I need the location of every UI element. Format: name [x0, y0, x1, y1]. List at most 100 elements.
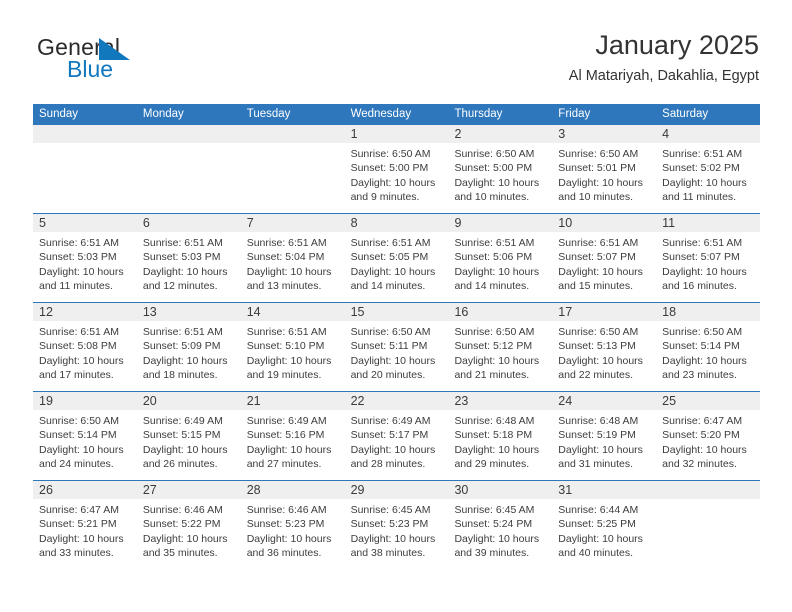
sunset-text: Sunset: 5:12 PM — [454, 340, 533, 353]
daylight-text-line1: Daylight: 10 hours — [246, 265, 332, 278]
day-number-band — [240, 125, 345, 143]
daylight-text-line1: Daylight: 10 hours — [454, 265, 540, 278]
day-number-band: 28 — [240, 481, 345, 499]
day-number-band: 21 — [240, 392, 345, 410]
daylight-text-line1: Daylight: 10 hours — [662, 354, 747, 367]
sunset-text: Sunset: 5:00 PM — [350, 162, 429, 175]
day-cell[interactable]: 24 Sunrise: 6:48 AM Sunset: 5:19 PM Dayligh… — [552, 392, 657, 480]
day-cell[interactable]: 28 Sunrise: 6:46 AM Sunset: 5:23 PM Dayligh… — [240, 481, 345, 570]
day-cell[interactable]: 20 Sunrise: 6:49 AM Sunset: 5:15 PM Dayligh… — [136, 392, 241, 480]
day-number: 10 — [558, 216, 573, 230]
day-cell[interactable]: 21 Sunrise: 6:49 AM Sunset: 5:16 PM Dayligh… — [240, 392, 345, 480]
daylight-text-line1: Daylight: 10 hours — [662, 443, 747, 456]
day-details: Sunrise: 6:51 AM Sunset: 5:10 PM Daylight:… — [241, 321, 345, 382]
day-details: Sunrise: 6:46 AM Sunset: 5:22 PM Daylight:… — [137, 499, 241, 560]
sunrise-text: Sunrise: 6:51 AM — [454, 237, 535, 249]
day-number: 17 — [558, 305, 573, 319]
day-cell[interactable]: 8 Sunrise: 6:51 AM Sunset: 5:05 PM Daylight… — [344, 214, 449, 302]
daylight-text-line1: Daylight: 10 hours — [142, 265, 228, 278]
daylight-text-line1: Daylight: 10 hours — [558, 265, 643, 278]
day-number: 7 — [246, 216, 254, 230]
day-cell[interactable]: 27 Sunrise: 6:46 AM Sunset: 5:22 PM Dayligh… — [136, 481, 241, 570]
day-cell[interactable]: 11 Sunrise: 6:51 AM Sunset: 5:07 PM Dayligh… — [656, 214, 761, 302]
daylight-text-line2: and 11 minutes. — [39, 279, 113, 292]
daylight-text-line1: Daylight: 10 hours — [142, 354, 228, 367]
day-cell[interactable]: 25 Sunrise: 6:47 AM Sunset: 5:20 PM Dayligh… — [656, 392, 761, 480]
daylight-text-line2: and 11 minutes. — [662, 190, 737, 203]
day-number-band: 8 — [344, 214, 449, 232]
sunset-text: Sunset: 5:14 PM — [39, 429, 117, 442]
sunset-text: Sunset: 5:10 PM — [246, 340, 325, 353]
daylight-text-line1: Daylight: 10 hours — [350, 443, 436, 456]
daylight-text-line1: Daylight: 10 hours — [246, 443, 332, 456]
day-number-band: 16 — [448, 303, 553, 321]
page-title: January 2025 — [595, 30, 759, 60]
daylight-text-line2: and 10 minutes. — [558, 190, 634, 203]
sunset-text: Sunset: 5:07 PM — [558, 251, 636, 264]
day-cell[interactable]: 7 Sunrise: 6:51 AM Sunset: 5:04 PM Daylight… — [240, 214, 345, 302]
day-cell[interactable]: 16 Sunrise: 6:50 AM Sunset: 5:12 PM Dayligh… — [448, 303, 553, 391]
day-number: 9 — [454, 216, 462, 230]
day-cell[interactable]: 2 Sunrise: 6:50 AM Sunset: 5:00 PM Daylight… — [448, 125, 553, 213]
day-number: 26 — [39, 483, 53, 497]
sunrise-text: Sunrise: 6:45 AM — [454, 504, 535, 516]
day-number-band — [136, 125, 241, 143]
daylight-text-line1: Daylight: 10 hours — [350, 532, 436, 545]
day-cell[interactable]: 13 Sunrise: 6:51 AM Sunset: 5:09 PM Dayligh… — [136, 303, 241, 391]
sunrise-text: Sunrise: 6:51 AM — [662, 237, 743, 249]
sunrise-text: Sunrise: 6:50 AM — [350, 148, 431, 160]
day-cell[interactable]: 18 Sunrise: 6:50 AM Sunset: 5:14 PM Dayligh… — [656, 303, 761, 391]
day-details: Sunrise: 6:51 AM Sunset: 5:08 PM Daylight:… — [33, 321, 137, 382]
day-cell[interactable]: 4 Sunrise: 6:51 AM Sunset: 5:02 PM Daylight… — [656, 125, 761, 213]
day-cell[interactable]: 9 Sunrise: 6:51 AM Sunset: 5:06 PM Daylight… — [448, 214, 553, 302]
sunrise-text: Sunrise: 6:51 AM — [142, 326, 223, 338]
day-number-band: 5 — [33, 214, 137, 232]
day-cell[interactable]: 3 Sunrise: 6:50 AM Sunset: 5:01 PM Daylight… — [552, 125, 657, 213]
day-number-band: 6 — [136, 214, 241, 232]
sunrise-text: Sunrise: 6:48 AM — [558, 415, 639, 427]
day-cell[interactable]: 12 Sunrise: 6:51 AM Sunset: 5:08 PM Dayligh… — [33, 303, 137, 391]
day-number-band: 14 — [240, 303, 345, 321]
day-cell[interactable]: 23 Sunrise: 6:48 AM Sunset: 5:18 PM Dayligh… — [448, 392, 553, 480]
day-number-band: 18 — [656, 303, 761, 321]
sunset-text: Sunset: 5:03 PM — [142, 251, 221, 264]
day-cell[interactable]: 31 Sunrise: 6:44 AM Sunset: 5:25 PM Dayligh… — [552, 481, 657, 570]
day-number: 31 — [558, 483, 573, 497]
day-cell-empty — [136, 125, 241, 213]
day-cell[interactable]: 10 Sunrise: 6:51 AM Sunset: 5:07 PM Dayligh… — [552, 214, 657, 302]
day-cell[interactable]: 26 Sunrise: 6:47 AM Sunset: 5:21 PM Dayligh… — [33, 481, 137, 570]
day-number: 6 — [142, 216, 150, 230]
daylight-text-line1: Daylight: 10 hours — [39, 354, 124, 367]
day-number-band: 15 — [344, 303, 449, 321]
day-cell[interactable]: 29 Sunrise: 6:45 AM Sunset: 5:23 PM Dayligh… — [344, 481, 449, 570]
daylight-text-line1: Daylight: 10 hours — [662, 265, 747, 278]
day-cell[interactable]: 1 Sunrise: 6:50 AM Sunset: 5:00 PM Daylight… — [344, 125, 449, 213]
day-cell[interactable]: 5 Sunrise: 6:51 AM Sunset: 5:03 PM Daylight… — [33, 214, 137, 302]
day-cell[interactable]: 22 Sunrise: 6:49 AM Sunset: 5:17 PM Dayligh… — [344, 392, 449, 480]
title-block: January 2025 Al Matariyah, Dakahlia, Egy… — [569, 28, 759, 85]
day-cell-empty — [33, 125, 137, 213]
daylight-text-line2: and 19 minutes. — [246, 368, 322, 381]
daylight-text-line2: and 14 minutes. — [454, 279, 530, 292]
day-cell[interactable]: 14 Sunrise: 6:51 AM Sunset: 5:10 PM Dayligh… — [240, 303, 345, 391]
day-cell[interactable]: 6 Sunrise: 6:51 AM Sunset: 5:03 PM Daylight… — [136, 214, 241, 302]
day-cell[interactable]: 19 Sunrise: 6:50 AM Sunset: 5:14 PM Dayligh… — [33, 392, 137, 480]
day-details: Sunrise: 6:45 AM Sunset: 5:24 PM Daylight:… — [448, 499, 552, 560]
week-row: 5 Sunrise: 6:51 AM Sunset: 5:03 PM Daylight… — [33, 214, 761, 303]
brand-logo[interactable]: General Blue — [37, 34, 247, 94]
day-cell[interactable]: 15 Sunrise: 6:50 AM Sunset: 5:11 PM Dayligh… — [344, 303, 449, 391]
day-number-band: 10 — [552, 214, 657, 232]
day-details: Sunrise: 6:50 AM Sunset: 5:11 PM Daylight:… — [345, 321, 449, 382]
day-details: Sunrise: 6:51 AM Sunset: 5:02 PM Daylight:… — [656, 143, 760, 204]
daylight-text-line1: Daylight: 10 hours — [558, 532, 643, 545]
daylight-text-line2: and 9 minutes. — [350, 190, 420, 203]
sunset-text: Sunset: 5:14 PM — [662, 340, 740, 353]
day-cell[interactable]: 17 Sunrise: 6:50 AM Sunset: 5:13 PM Dayligh… — [552, 303, 657, 391]
day-cell[interactable]: 30 Sunrise: 6:45 AM Sunset: 5:24 PM Dayligh… — [448, 481, 553, 570]
day-details: Sunrise: 6:44 AM Sunset: 5:25 PM Daylight:… — [552, 499, 656, 560]
sunrise-text: Sunrise: 6:47 AM — [39, 504, 119, 516]
day-details: Sunrise: 6:47 AM Sunset: 5:20 PM Daylight:… — [656, 410, 760, 471]
day-number: 16 — [454, 305, 469, 319]
daylight-text-line2: and 27 minutes. — [246, 457, 322, 470]
sunset-text: Sunset: 5:13 PM — [558, 340, 636, 353]
